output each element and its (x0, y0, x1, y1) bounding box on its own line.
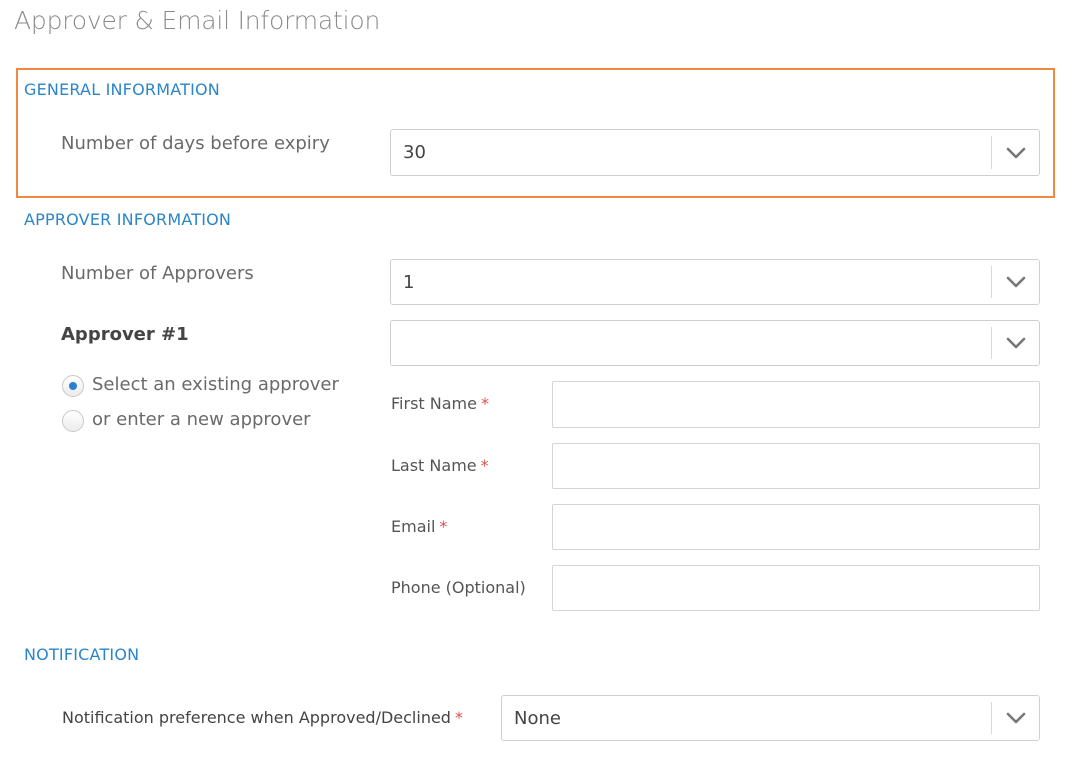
radio-new-approver-label[interactable]: or enter a new approver (92, 409, 311, 430)
approver-count-select[interactable]: 1 (390, 259, 1040, 305)
notification-preference-value: None (514, 707, 561, 729)
page-title: Approver & Email Information (14, 6, 381, 35)
approver-count-value: 1 (403, 271, 415, 293)
last-name-label-text: Last Name (391, 456, 477, 475)
approver-select[interactable] (390, 320, 1040, 366)
required-mark: * (480, 394, 489, 413)
notification-preference-label: Notification preference when Approved/De… (62, 708, 463, 727)
required-mark: * (480, 456, 489, 475)
phone-label: Phone (Optional) (391, 578, 526, 597)
email-label-text: Email (391, 517, 436, 536)
approver-count-label: Number of Approvers (61, 263, 254, 284)
radio-new-approver[interactable] (62, 410, 84, 432)
first-name-label: First Name * (391, 394, 489, 413)
chevron-down-icon[interactable] (992, 260, 1039, 304)
radio-existing-approver[interactable] (62, 375, 84, 397)
required-mark: * (454, 708, 463, 727)
expiry-days-select[interactable]: 30 (390, 129, 1040, 176)
expiry-days-label: Number of days before expiry (61, 133, 330, 154)
general-information-heading: GENERAL INFORMATION (24, 80, 220, 99)
first-name-label-text: First Name (391, 394, 477, 413)
notification-heading: NOTIFICATION (24, 645, 140, 664)
approver-title: Approver #1 (61, 324, 189, 345)
approver-information-heading: APPROVER INFORMATION (24, 210, 232, 229)
required-mark: * (439, 517, 448, 536)
chevron-down-icon[interactable] (992, 321, 1039, 365)
notification-preference-select[interactable]: None (501, 695, 1040, 741)
chevron-down-icon[interactable] (992, 696, 1039, 740)
notification-preference-label-text: Notification preference when Approved/De… (62, 708, 451, 727)
first-name-input[interactable] (552, 381, 1040, 428)
radio-existing-approver-label[interactable]: Select an existing approver (92, 374, 339, 395)
last-name-label: Last Name * (391, 456, 489, 475)
phone-input[interactable] (552, 565, 1040, 611)
email-label: Email * (391, 517, 447, 536)
expiry-days-value: 30 (403, 142, 426, 163)
email-input[interactable] (552, 504, 1040, 550)
chevron-down-icon[interactable] (992, 130, 1039, 175)
approver-email-page: Approver & Email Information GENERAL INF… (0, 0, 1090, 775)
last-name-input[interactable] (552, 443, 1040, 489)
